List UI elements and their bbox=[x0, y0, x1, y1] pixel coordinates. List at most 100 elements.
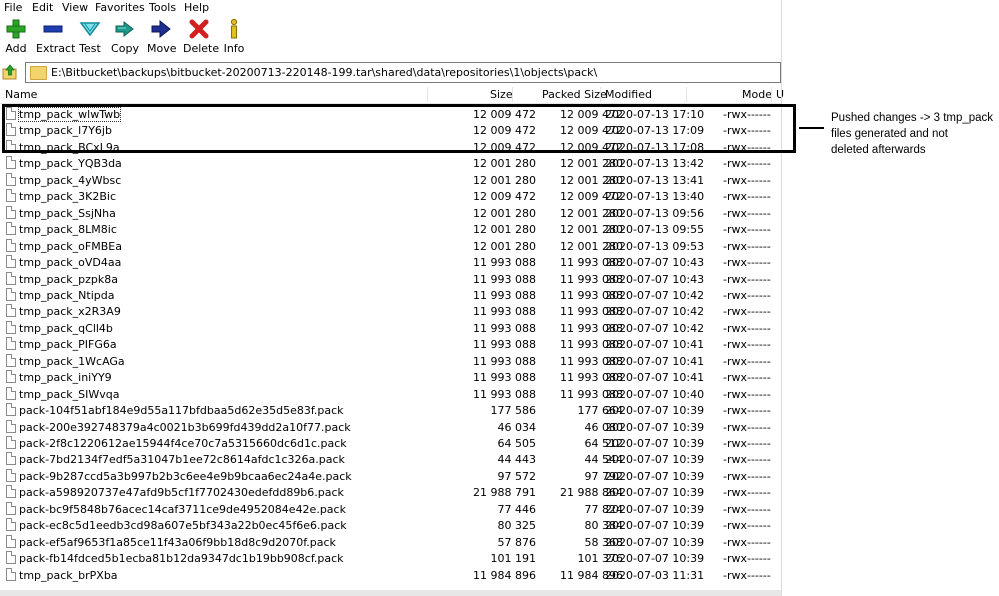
menu-edit[interactable]: Edit bbox=[32, 1, 53, 15]
menu-favorites[interactable]: Favorites bbox=[95, 1, 145, 15]
table-row[interactable]: pack-104f51abf184e9d55a117bfdbaa5d62e35d… bbox=[0, 402, 781, 418]
table-row[interactable]: tmp_pack_brPXba 11 984 896 11 984 896 2020-… bbox=[0, 567, 781, 583]
plus-icon bbox=[5, 18, 27, 40]
horizontal-scrollbar[interactable] bbox=[0, 590, 781, 596]
file-size: 12 009 472 bbox=[473, 190, 536, 204]
file-name: tmp_pack_PIFG6a bbox=[19, 338, 117, 352]
menu-bar: File Edit View Favorites Tools Help bbox=[0, 0, 781, 16]
file-size: 11 993 088 bbox=[473, 354, 536, 368]
file-mode: -rwx------ bbox=[723, 157, 771, 171]
menu-view[interactable]: View bbox=[62, 1, 88, 15]
file-name: pack-a598920737e47afd9b5cf1f7702430edefd… bbox=[19, 486, 344, 500]
test-button[interactable]: Test bbox=[77, 18, 103, 55]
file-size: 12 001 280 bbox=[473, 206, 536, 220]
file-modified: 2020-07-13 13:42 bbox=[605, 157, 705, 171]
column-divider[interactable] bbox=[686, 87, 687, 102]
table-row[interactable]: tmp_pack_Ntipda 11 993 088 11 993 088 2020-… bbox=[0, 287, 781, 303]
file-mode: -rwx------ bbox=[723, 404, 771, 418]
annotation-line: Pushed changes -> 3 tmp_pack bbox=[831, 112, 994, 124]
file-mode: -rwx------ bbox=[723, 321, 771, 335]
address-field[interactable]: E:\Bitbucket\backups\bitbucket-20200713-… bbox=[25, 62, 781, 83]
cross-icon bbox=[188, 18, 210, 40]
file-icon bbox=[6, 567, 16, 581]
table-row[interactable]: pack-bc9f5848b76acec14caf3711ce9de495208… bbox=[0, 501, 781, 517]
file-icon bbox=[6, 518, 16, 532]
delete-label: Delete bbox=[183, 42, 220, 55]
column-divider[interactable] bbox=[427, 87, 428, 102]
table-row[interactable]: pack-fb14fdced5b1ecba81b12da9347dc1b19bb… bbox=[0, 550, 781, 566]
file-mode: -rwx------ bbox=[723, 437, 771, 450]
folder-up-button[interactable] bbox=[2, 64, 18, 80]
table-row[interactable]: tmp_pack_oVD4aa 11 993 088 11 993 088 2020-… bbox=[0, 254, 781, 270]
table-row[interactable]: pack-7bd2134f7edf5a31047b1ee72c8614afdc1… bbox=[0, 451, 781, 467]
menu-tools[interactable]: Tools bbox=[149, 1, 176, 15]
file-size: 44 443 bbox=[497, 453, 537, 467]
table-row[interactable]: tmp_pack_pzpk8a 11 993 088 11 993 088 2020-… bbox=[0, 271, 781, 287]
menu-help[interactable]: Help bbox=[184, 1, 209, 15]
extract-label: Extract bbox=[36, 42, 76, 55]
file-name: pack-104f51abf184e9d55a117bfdbaa5d62e35d… bbox=[19, 404, 344, 418]
table-row[interactable]: pack-ec8c5d1eedb3cd98a607e5bf343a22b0ec4… bbox=[0, 517, 781, 533]
table-row[interactable]: tmp_pack_SIWvqa 11 993 088 11 993 088 2020-… bbox=[0, 386, 781, 402]
column-name[interactable]: Name bbox=[5, 88, 37, 101]
column-divider[interactable] bbox=[600, 87, 601, 102]
file-size: 11 984 896 bbox=[473, 568, 536, 582]
column-divider[interactable] bbox=[771, 87, 772, 102]
file-modified: 2020-07-07 10:40 bbox=[605, 387, 705, 401]
file-name: pack-fb14fdced5b1ecba81b12da9347dc1b19bb… bbox=[19, 552, 344, 566]
delete-button[interactable]: Delete bbox=[183, 18, 220, 55]
file-size: 11 993 088 bbox=[473, 321, 536, 335]
table-row[interactable]: tmp_pack_oFMBEa 12 001 280 12 001 280 2020-… bbox=[0, 238, 781, 254]
table-row[interactable]: tmp_pack_qCll4b 11 993 088 11 993 088 2020-… bbox=[0, 320, 781, 336]
file-size: 101 191 bbox=[490, 552, 537, 566]
file-icon bbox=[6, 386, 16, 400]
address-bar: E:\Bitbucket\backups\bitbucket-20200713-… bbox=[0, 61, 781, 83]
copy-button[interactable]: Copy bbox=[111, 18, 139, 55]
table-row[interactable]: pack-2f8c1220612ae15944f4ce70c7a5315660d… bbox=[0, 435, 781, 451]
file-name: pack-2f8c1220612ae15944f4ce70c7a5315660d… bbox=[19, 437, 347, 450]
table-row[interactable]: tmp_pack_8LM8ic 12 001 280 12 001 280 2020-… bbox=[0, 221, 781, 237]
file-mode: -rwx------ bbox=[723, 272, 771, 286]
file-mode: -rwx------ bbox=[723, 338, 771, 352]
file-mode: -rwx------ bbox=[723, 420, 771, 434]
column-packed-size[interactable]: Packed Size bbox=[542, 88, 607, 101]
menu-file[interactable]: File bbox=[4, 1, 22, 15]
table-row[interactable]: tmp_pack_1WcAGa 11 993 088 11 993 088 2020-… bbox=[0, 353, 781, 369]
table-row[interactable]: tmp_pack_PIFG6a 11 993 088 11 993 088 2020-… bbox=[0, 336, 781, 352]
table-row[interactable]: pack-9b287ccd5a3b997b2b3c6ee4e9b9bcaa6ec… bbox=[0, 468, 781, 484]
table-row[interactable]: tmp_pack_x2R3A9 11 993 088 11 993 088 2020-… bbox=[0, 303, 781, 319]
extract-button[interactable]: Extract bbox=[36, 18, 76, 55]
file-icon bbox=[6, 287, 16, 301]
file-mode: -rwx------ bbox=[723, 453, 771, 467]
file-mode: -rwx------ bbox=[723, 502, 771, 516]
file-icon bbox=[6, 271, 16, 285]
annotation-line: files generated and not bbox=[831, 128, 949, 140]
info-button[interactable]: Info bbox=[223, 18, 245, 55]
move-label: Move bbox=[147, 42, 177, 55]
file-icon bbox=[6, 205, 16, 219]
table-row[interactable]: tmp_pack_SsjNha 12 001 280 12 001 280 2020-… bbox=[0, 205, 781, 221]
table-row[interactable]: tmp_pack_4yWbsc 12 001 280 12 001 280 2020-… bbox=[0, 172, 781, 188]
file-modified: 2020-07-07 10:39 bbox=[605, 404, 705, 418]
annotation-line: deleted afterwards bbox=[831, 144, 926, 156]
column-modified[interactable]: Modified bbox=[605, 88, 652, 101]
column-mode[interactable]: Mode bbox=[742, 88, 772, 101]
table-row[interactable]: pack-ef5af9653f1a85ce11f43a06f9bb18d8c9d… bbox=[0, 534, 781, 550]
file-name: pack-ec8c5d1eedb3cd98a607e5bf343a22b0ec4… bbox=[19, 519, 347, 533]
file-size: 46 034 bbox=[497, 420, 537, 434]
table-row[interactable]: tmp_pack_YQB3da 12 001 280 12 001 280 2020-… bbox=[0, 155, 781, 171]
table-row[interactable]: pack-200e392748379a4c0021b3b699fd439dd2a… bbox=[0, 419, 781, 435]
table-row[interactable]: tmp_pack_3K2Bic 12 009 472 12 009 472 2020-… bbox=[0, 188, 781, 204]
file-mode: -rwx------ bbox=[723, 519, 771, 533]
file-modified: 2020-07-07 10:39 bbox=[605, 486, 705, 500]
column-size[interactable]: Size bbox=[490, 88, 513, 101]
file-size: 11 993 088 bbox=[473, 371, 536, 385]
add-button[interactable]: Add bbox=[3, 18, 29, 55]
add-label: Add bbox=[5, 42, 27, 55]
table-row[interactable]: pack-a598920737e47afd9b5cf1f7702430edefd… bbox=[0, 484, 781, 500]
file-size: 12 001 280 bbox=[473, 157, 536, 171]
move-button[interactable]: Move bbox=[147, 18, 177, 55]
file-modified: 2020-07-13 13:40 bbox=[605, 190, 705, 204]
table-row[interactable]: tmp_pack_iniYY9 11 993 088 11 993 088 2020-… bbox=[0, 369, 781, 385]
column-divider[interactable] bbox=[512, 87, 513, 102]
